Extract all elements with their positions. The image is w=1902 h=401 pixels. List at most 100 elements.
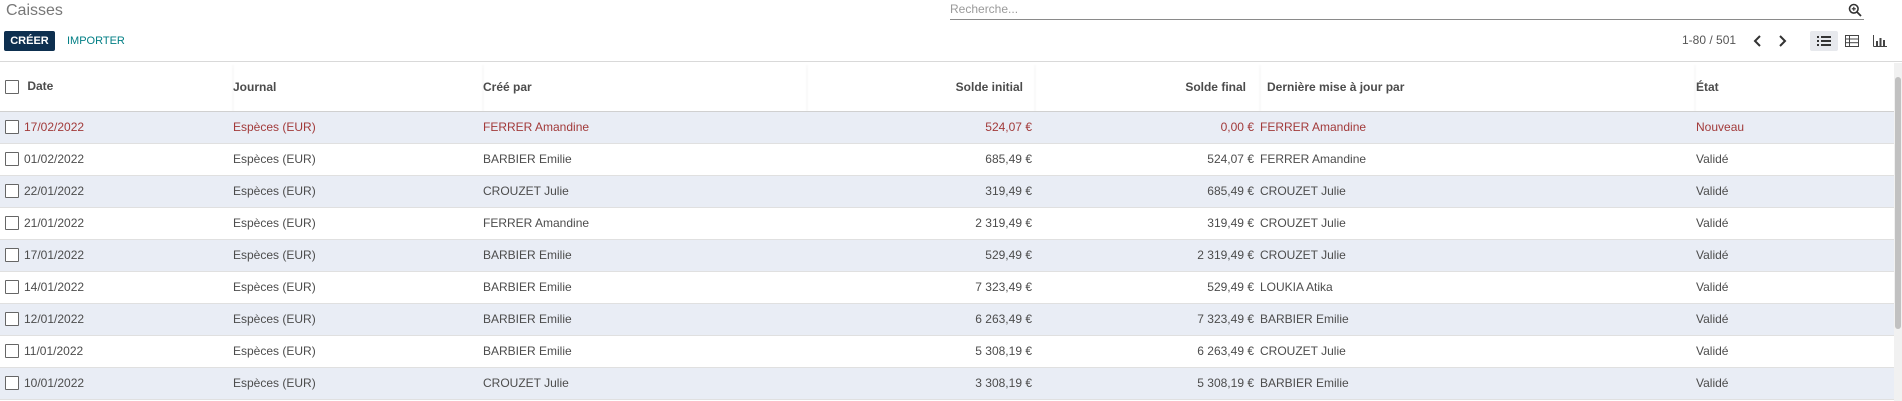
table-row[interactable]: 17/01/2022 Espèces (EUR) BARBIER Emilie 529…: [0, 239, 1894, 271]
cell-updated-by[interactable]: FERRER Amandine: [1260, 111, 1695, 143]
cell-created-by[interactable]: FERRER Amandine: [483, 111, 807, 143]
cell-date[interactable]: 14/01/2022: [0, 271, 233, 303]
cell-state[interactable]: Nouveau: [1695, 111, 1894, 143]
table-row[interactable]: 14/01/2022 Espèces (EUR) BARBIER Emilie 7 3…: [0, 271, 1894, 303]
cell-created-by[interactable]: BARBIER Emilie: [483, 143, 807, 175]
cell-state[interactable]: Validé: [1695, 175, 1894, 207]
cell-initial-balance[interactable]: 524,07 €: [807, 111, 1035, 143]
table-row[interactable]: 17/02/2022 Espèces (EUR) FERRER Amandine 52…: [0, 111, 1894, 143]
row-checkbox[interactable]: [5, 152, 19, 167]
cell-final-balance[interactable]: 2 319,49 €: [1035, 239, 1260, 271]
cell-final-balance[interactable]: 524,07 €: [1035, 143, 1260, 175]
column-header-final-balance[interactable]: Solde final: [1035, 63, 1260, 112]
cell-date[interactable]: 10/01/2022: [0, 367, 233, 399]
cell-journal[interactable]: Espèces (EUR): [233, 271, 483, 303]
cell-final-balance[interactable]: 0,00 €: [1035, 111, 1260, 143]
cell-initial-balance[interactable]: 529,49 €: [807, 239, 1035, 271]
cell-updated-by[interactable]: FERRER Amandine: [1260, 143, 1695, 175]
search-bar[interactable]: [950, 0, 1864, 20]
cell-state[interactable]: Validé: [1695, 239, 1894, 271]
cell-final-balance[interactable]: 5 308,19 €: [1035, 367, 1260, 399]
cell-final-balance[interactable]: 319,49 €: [1035, 207, 1260, 239]
cell-date[interactable]: 12/01/2022: [0, 303, 233, 335]
cell-updated-by[interactable]: BARBIER Emilie: [1260, 367, 1695, 399]
import-button[interactable]: IMPORTER: [60, 31, 132, 51]
column-header-initial-balance[interactable]: Solde initial: [807, 63, 1035, 112]
cell-updated-by[interactable]: BARBIER Emilie: [1260, 303, 1695, 335]
cell-state[interactable]: Validé: [1695, 207, 1894, 239]
cell-initial-balance[interactable]: 5 308,19 €: [807, 335, 1035, 367]
cell-date[interactable]: 22/01/2022: [0, 175, 233, 207]
row-checkbox[interactable]: [5, 120, 19, 135]
cell-initial-balance[interactable]: 319,49 €: [807, 175, 1035, 207]
table-row[interactable]: 11/01/2022 Espèces (EUR) BARBIER Emilie 5 3…: [0, 335, 1894, 367]
cell-date[interactable]: 21/01/2022: [0, 207, 233, 239]
pivot-view-icon[interactable]: [1838, 31, 1866, 51]
cell-journal[interactable]: Espèces (EUR): [233, 335, 483, 367]
cell-journal[interactable]: Espèces (EUR): [233, 303, 483, 335]
cell-final-balance[interactable]: 7 323,49 €: [1035, 303, 1260, 335]
cell-updated-by[interactable]: CROUZET Julie: [1260, 335, 1695, 367]
cell-initial-balance[interactable]: 685,49 €: [807, 143, 1035, 175]
select-all-checkbox[interactable]: [5, 80, 19, 95]
column-header-created-by[interactable]: Créé par: [483, 63, 807, 112]
row-checkbox[interactable]: [5, 280, 19, 295]
scrollbar-thumb[interactable]: [1895, 77, 1901, 329]
cell-state[interactable]: Validé: [1695, 303, 1894, 335]
create-button[interactable]: CRÉER: [4, 31, 55, 51]
cell-created-by[interactable]: BARBIER Emilie: [483, 335, 807, 367]
cell-created-by[interactable]: CROUZET Julie: [483, 175, 807, 207]
cell-final-balance[interactable]: 685,49 €: [1035, 175, 1260, 207]
cell-journal[interactable]: Espèces (EUR): [233, 207, 483, 239]
cell-initial-balance[interactable]: 3 308,19 €: [807, 367, 1035, 399]
cell-date[interactable]: 01/02/2022: [0, 143, 233, 175]
cell-state[interactable]: Validé: [1695, 143, 1894, 175]
column-header-journal[interactable]: Journal: [233, 63, 483, 112]
graph-view-icon[interactable]: [1866, 31, 1894, 51]
cell-created-by[interactable]: FERRER Amandine: [483, 207, 807, 239]
cell-date[interactable]: 11/01/2022: [0, 335, 233, 367]
search-icon[interactable]: [1848, 3, 1862, 17]
cell-date[interactable]: 17/01/2022: [0, 239, 233, 271]
row-checkbox[interactable]: [5, 344, 19, 359]
cell-journal[interactable]: Espèces (EUR): [233, 367, 483, 399]
row-checkbox[interactable]: [5, 376, 19, 391]
cell-date[interactable]: 17/02/2022: [0, 111, 233, 143]
table-row[interactable]: 01/02/2022 Espèces (EUR) BARBIER Emilie 685…: [0, 143, 1894, 175]
chevron-right-icon[interactable]: [1773, 32, 1791, 50]
vertical-scrollbar[interactable]: [1894, 63, 1902, 401]
cell-state[interactable]: Validé: [1695, 271, 1894, 303]
cell-journal[interactable]: Espèces (EUR): [233, 239, 483, 271]
table-row[interactable]: 10/01/2022 Espèces (EUR) CROUZET Julie 3 30…: [0, 367, 1894, 399]
cell-created-by[interactable]: CROUZET Julie: [483, 367, 807, 399]
list-view-icon[interactable]: [1810, 31, 1838, 51]
search-input[interactable]: [950, 1, 1830, 17]
table-row[interactable]: 12/01/2022 Espèces (EUR) BARBIER Emilie 6 2…: [0, 303, 1894, 335]
cell-journal[interactable]: Espèces (EUR): [233, 111, 483, 143]
column-header-updated-by[interactable]: Dernière mise à jour par: [1260, 63, 1695, 112]
chevron-left-icon[interactable]: [1749, 32, 1767, 50]
cell-initial-balance[interactable]: 2 319,49 €: [807, 207, 1035, 239]
row-checkbox[interactable]: [5, 312, 19, 327]
cell-state[interactable]: Validé: [1695, 367, 1894, 399]
row-checkbox[interactable]: [5, 248, 19, 263]
cell-updated-by[interactable]: CROUZET Julie: [1260, 207, 1695, 239]
pager-value[interactable]: 1-80 / 501: [1682, 33, 1736, 47]
cell-updated-by[interactable]: LOUKIA Atika: [1260, 271, 1695, 303]
row-checkbox[interactable]: [5, 216, 19, 231]
table-row[interactable]: 21/01/2022 Espèces (EUR) FERRER Amandine 2 …: [0, 207, 1894, 239]
cell-updated-by[interactable]: CROUZET Julie: [1260, 239, 1695, 271]
cell-created-by[interactable]: BARBIER Emilie: [483, 271, 807, 303]
cell-initial-balance[interactable]: 7 323,49 €: [807, 271, 1035, 303]
cell-journal[interactable]: Espèces (EUR): [233, 175, 483, 207]
cell-updated-by[interactable]: CROUZET Julie: [1260, 175, 1695, 207]
cell-created-by[interactable]: BARBIER Emilie: [483, 303, 807, 335]
column-header-state[interactable]: État: [1695, 63, 1894, 112]
table-row[interactable]: 22/01/2022 Espèces (EUR) CROUZET Julie 319,…: [0, 175, 1894, 207]
cell-state[interactable]: Validé: [1695, 335, 1894, 367]
cell-initial-balance[interactable]: 6 263,49 €: [807, 303, 1035, 335]
cell-final-balance[interactable]: 6 263,49 €: [1035, 335, 1260, 367]
row-checkbox[interactable]: [5, 184, 19, 199]
cell-created-by[interactable]: BARBIER Emilie: [483, 239, 807, 271]
cell-journal[interactable]: Espèces (EUR): [233, 143, 483, 175]
